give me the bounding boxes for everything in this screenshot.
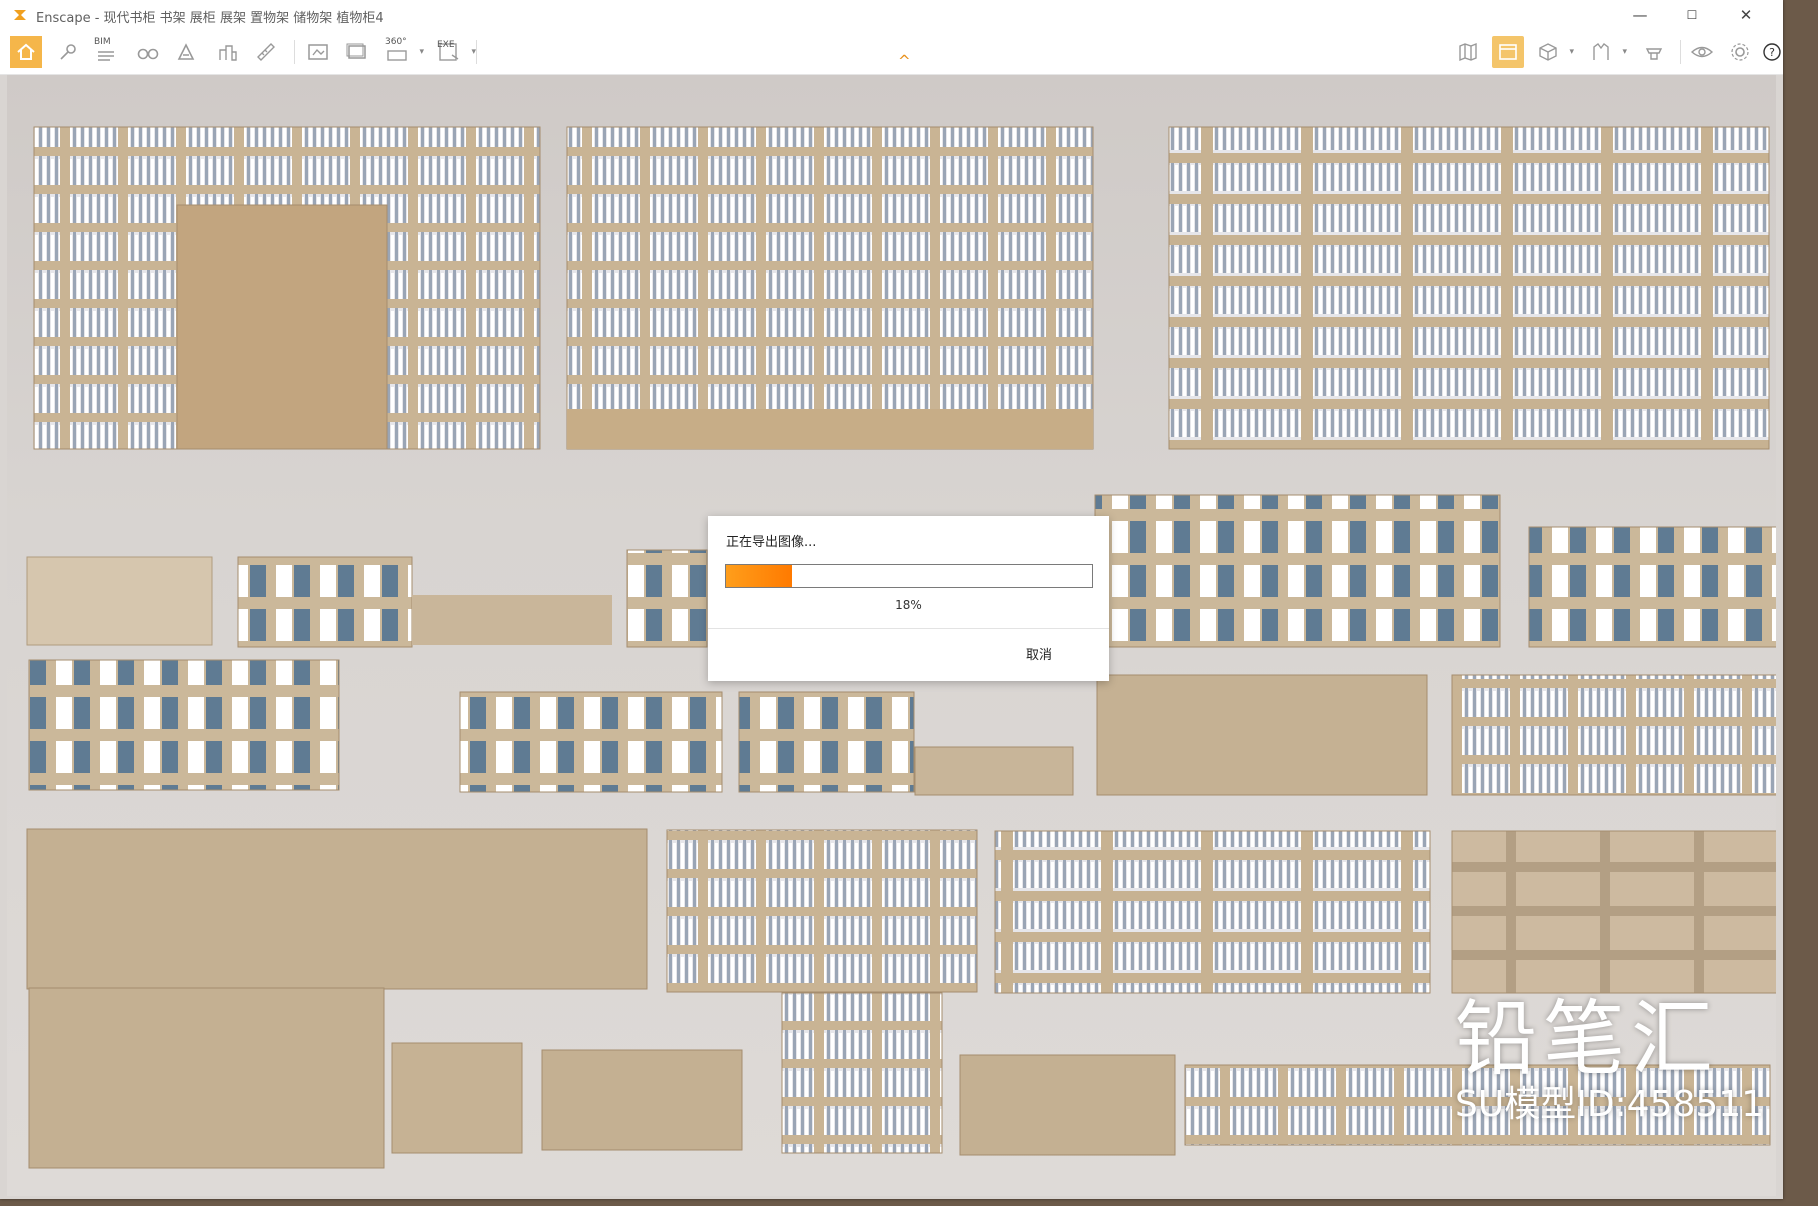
dialog-title: 正在导出图像... — [726, 535, 817, 550]
window-title: Enscape - 现代书柜 书架 展柜 展架 置物架 储物架 植物柜4 — [36, 11, 384, 26]
asset-library-button[interactable] — [170, 36, 202, 68]
vr-icon — [1690, 46, 1714, 58]
city-icon — [219, 45, 237, 61]
pin-icon — [60, 44, 76, 60]
toolbar-separator — [294, 40, 295, 64]
bookcase-4 — [666, 829, 978, 993]
enscape-logo-icon — [14, 10, 26, 20]
binoculars-icon — [137, 48, 159, 60]
export-progress-dialog: 正在导出图像... 18% 取消 — [708, 516, 1109, 681]
watermark-model-id: SU模型ID:458511 — [1455, 1084, 1765, 1125]
console-table-1 — [1096, 674, 1428, 796]
help-icon: ? — [1763, 43, 1781, 61]
bookcase-5 — [994, 830, 1431, 994]
export-exe-button[interactable]: EXE ▾ — [434, 36, 476, 68]
sync-button[interactable] — [1638, 36, 1670, 68]
progress-text: 18% — [895, 598, 922, 612]
maximize-button[interactable]: ☐ — [1668, 0, 1716, 30]
chevron-down-icon: ▾ — [1622, 47, 1627, 57]
bookcase-1-door — [176, 204, 388, 450]
bim-label: BIM — [94, 37, 111, 47]
empty-shelf — [1451, 830, 1776, 994]
bench — [914, 746, 1074, 796]
materials-button[interactable]: ▾ — [1585, 36, 1627, 68]
minimize-button[interactable]: — — [1616, 0, 1664, 30]
toolbar-separator — [1680, 40, 1681, 64]
bookcase-3 — [1168, 126, 1770, 450]
enscape-toolbar: BIM 360° ▾ EXE ▾ ▾ ▾ ? — [0, 30, 1783, 75]
cashier-counter — [26, 828, 648, 990]
settings-icon — [1731, 43, 1749, 61]
bookcase-6 — [781, 992, 943, 1154]
table-1 — [541, 1049, 743, 1151]
vr-button[interactable] — [1686, 36, 1718, 68]
progress-fill — [726, 565, 792, 587]
pin-button[interactable] — [52, 36, 84, 68]
render-image-button[interactable] — [303, 36, 335, 68]
collapse-toolbar-icon[interactable]: ^ — [898, 52, 911, 70]
exe-label: EXE — [437, 40, 455, 50]
render-icon — [308, 44, 328, 60]
progress-bar — [725, 564, 1093, 588]
asset-icon — [177, 43, 195, 60]
measure-button[interactable] — [250, 36, 282, 68]
bookcase-2-base — [567, 409, 1093, 449]
title-bar: Enscape - 现代书柜 书架 展柜 展架 置物架 储物架 植物柜4 — ☐… — [0, 0, 1783, 30]
measure-icon — [257, 43, 275, 61]
display-cabinet-2 — [626, 549, 708, 648]
chevron-down-icon: ▾ — [419, 47, 424, 57]
sync-icon — [1645, 48, 1663, 60]
bim-button[interactable]: BIM — [90, 36, 122, 68]
help-button[interactable]: ? — [1762, 36, 1782, 68]
console-table-2 — [1451, 674, 1776, 796]
display-cabinet-4 — [1528, 526, 1776, 648]
map-icon — [1459, 42, 1477, 62]
home-icon — [17, 43, 35, 60]
cancel-button[interactable]: 取消 — [1026, 644, 1052, 663]
batch-render-button[interactable] — [341, 36, 373, 68]
batch-render-icon — [346, 43, 366, 59]
cube-button[interactable]: ▾ — [1532, 36, 1574, 68]
display-cabinet-3 — [1094, 494, 1501, 648]
binoculars-button[interactable] — [132, 36, 164, 68]
desk-chairs — [26, 556, 213, 646]
views-icon — [1499, 44, 1517, 60]
panorama-button[interactable]: 360° ▾ — [382, 36, 424, 68]
table-2 — [959, 1054, 1176, 1156]
city-button[interactable] — [212, 36, 244, 68]
panorama-label: 360° — [385, 37, 407, 47]
chevron-down-icon: ▾ — [1569, 47, 1574, 57]
enscape-window: Enscape - 现代书柜 书架 展柜 展架 置物架 储物架 植物柜4 — ☐… — [0, 0, 1783, 1199]
display-cabinet-1 — [237, 556, 413, 648]
close-button[interactable]: ✕ — [1722, 0, 1770, 30]
watermark-brand: 铅笔汇 — [1455, 992, 1720, 1087]
counter-with-shelf — [28, 987, 385, 1169]
display-stand-3 — [738, 691, 915, 793]
home-button[interactable] — [10, 36, 42, 68]
low-table-1 — [412, 595, 612, 645]
bookcase-2 — [566, 126, 1094, 450]
map-button[interactable] — [1452, 36, 1484, 68]
cart — [391, 1042, 523, 1154]
materials-icon — [1593, 43, 1609, 60]
views-button[interactable] — [1492, 36, 1524, 68]
toolbar-separator — [476, 40, 477, 64]
dialog-separator — [708, 628, 1109, 629]
svg-text:?: ? — [1769, 46, 1775, 59]
watermark: 铅笔汇 SU模型ID:458511 — [1455, 995, 1785, 1125]
display-stand-1 — [28, 659, 340, 791]
display-stand-2 — [459, 691, 723, 793]
cube-icon — [1539, 43, 1557, 61]
settings-button[interactable] — [1724, 36, 1756, 68]
